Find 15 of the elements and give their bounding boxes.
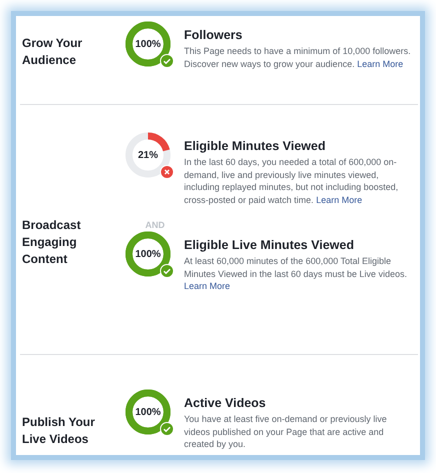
learn-more-link[interactable]: Learn More (316, 194, 362, 204)
requirement-title: Followers (184, 28, 244, 42)
requirement-title: Active Videos (184, 396, 267, 410)
section-title: Publish Your Live Videos (21, 414, 96, 448)
requirement-description: At least 60,000 minutes of the 600,000 Total Eligible Minutes Viewed in the last 60 days must be Live videos. Learn More (184, 255, 408, 292)
section-title: Grow Your Audience (21, 35, 84, 69)
section-title: Broadcast Engaging Content (21, 217, 82, 268)
requirement-title: Eligible Live Minutes Viewed (184, 238, 355, 252)
learn-more-link[interactable]: Learn More (184, 281, 230, 291)
requirement-title: Eligible Minutes Viewed (184, 139, 326, 153)
requirement-description: In the last 60 days, you needed a total of 600,000 on-demand, live and previously live minutes viewed, including replayed minutes, but not including boosted, cross-posted or paid watch time. Learn More (184, 156, 400, 206)
requirement-description: You have at least five on-demand or previously live videos published on your Page that are active and created by you. (184, 413, 388, 450)
and-label: AND (144, 220, 166, 230)
requirement-description: This Page needs to have a minimum of 10,000 followers. Discover new ways to grow your audience. Learn More (184, 45, 412, 70)
learn-more-link[interactable]: Learn More (357, 58, 404, 68)
